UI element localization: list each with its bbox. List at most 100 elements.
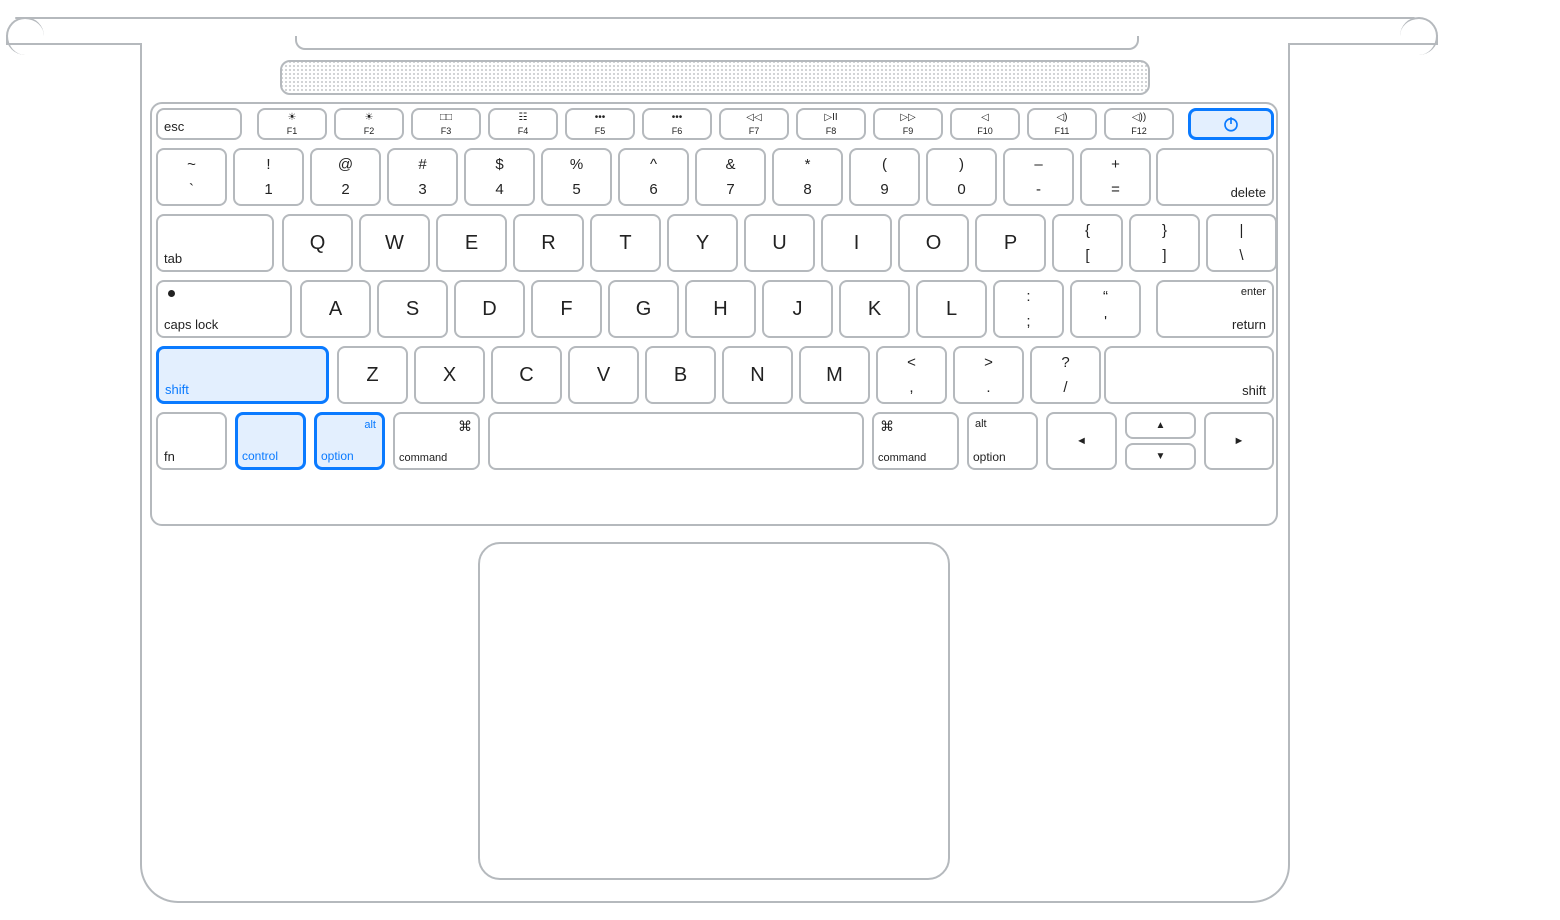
key-lower: = [1082,181,1149,198]
key-letter: W [361,216,428,270]
key-letter: E [438,216,505,270]
power-icon [1191,111,1271,137]
key-h: H [685,280,756,338]
key-upper: } [1131,222,1198,239]
right-shift-label: shift [1242,383,1266,398]
key-comma: <, [876,346,947,404]
f9-label: F9 [875,126,941,136]
key-letter: C [493,348,560,402]
key-letter: B [647,348,714,402]
lid-corner-left [6,17,44,55]
key-upper: # [389,156,456,173]
key-lower: 0 [928,181,995,198]
alt-label: alt [975,418,987,430]
key-lower: ; [995,313,1062,330]
option-label: option [973,450,1006,464]
key-lower: 3 [389,181,456,198]
key-upper: & [697,156,764,173]
f3-label: F3 [413,126,479,136]
f12-label: F12 [1106,126,1172,136]
key-left-option: alt option [314,412,385,470]
key-letter: V [570,348,637,402]
key-letter: U [746,216,813,270]
tab-label: tab [164,251,182,266]
speaker-grille [280,60,1150,95]
key-lower: 1 [235,181,302,198]
kb-bright-down-icon: ••• [567,113,633,123]
key-e: E [436,214,507,272]
option-label: option [321,449,354,463]
lid-corner-right [1400,17,1438,55]
lid-bottom-right [1290,43,1438,45]
key-b: B [645,346,716,404]
key-p: P [975,214,1046,272]
key-letter: O [900,216,967,270]
mission-control-icon: □□ [413,113,479,123]
key-arrow-left: ◄ [1046,412,1117,470]
key-upper: ~ [158,156,225,173]
key-letter: T [592,216,659,270]
key-lower: [ [1054,247,1121,264]
key-upper: @ [312,156,379,173]
f11-label: F11 [1029,126,1095,136]
fn-label: fn [164,449,175,464]
capslock-label: caps lock [164,317,218,332]
key-f2: ☀︎F2 [334,108,404,140]
key-n: N [722,346,793,404]
key-right-shift: shift [1104,346,1274,404]
lid-bottom-left [6,43,141,45]
fast-forward-icon: ▷▷ [875,113,941,123]
key-right-option: alt option [967,412,1038,470]
key-bracket-right: }] [1129,214,1200,272]
key-t: T [590,214,661,272]
key-w: W [359,214,430,272]
key-letter: N [724,348,791,402]
f5-label: F5 [567,126,633,136]
key-upper: ) [928,156,995,173]
mute-icon: ◁ [952,113,1018,123]
command-icon: ⌘ [880,418,894,435]
key-g: G [608,280,679,338]
key-letter: R [515,216,582,270]
key-u: U [744,214,815,272]
key-9: (9 [849,148,920,206]
key-f12: ◁))F12 [1104,108,1174,140]
key-y: Y [667,214,738,272]
key-d: D [454,280,525,338]
key-left-command: ⌘ command [393,412,480,470]
key-c: C [491,346,562,404]
key-f9: ▷▷ F9 [873,108,943,140]
key-0: )0 [926,148,997,206]
key-backtick: ~` [156,148,227,206]
key-lower: , [878,379,945,396]
key-l: L [916,280,987,338]
key-s: S [377,280,448,338]
play-pause-icon: ▷II [798,113,864,123]
key-return: enter return [1156,280,1274,338]
key-letter: P [977,216,1044,270]
key-lower: 2 [312,181,379,198]
enter-label: enter [1241,286,1266,298]
f2-label: F2 [336,126,402,136]
lid-top-line [15,17,1415,19]
control-label: control [242,449,278,463]
key-v: V [568,346,639,404]
key-arrow-up: ▲ [1125,412,1196,439]
key-f: F [531,280,602,338]
key-arrow-down: ▼ [1125,443,1196,470]
key-f6: •••F6 [642,108,712,140]
key-f3: □□ F3 [411,108,481,140]
esc-label: esc [164,119,184,134]
command-label: command [399,452,447,464]
return-label: return [1232,317,1266,332]
key-tab: tab [156,214,274,272]
key-lower: 7 [697,181,764,198]
key-1: !1 [233,148,304,206]
key-a: A [300,280,371,338]
macbook-keyboard-diagram: esc ☀︎F1 ☀︎F2 □□F3 ☷F4 •••F5 •••F6 ◁◁F7 … [0,0,1560,920]
f7-label: F7 [721,126,787,136]
key-slash: ?/ [1030,346,1101,404]
key-lower: 6 [620,181,687,198]
key-lower: - [1005,181,1072,198]
key-lower: 8 [774,181,841,198]
